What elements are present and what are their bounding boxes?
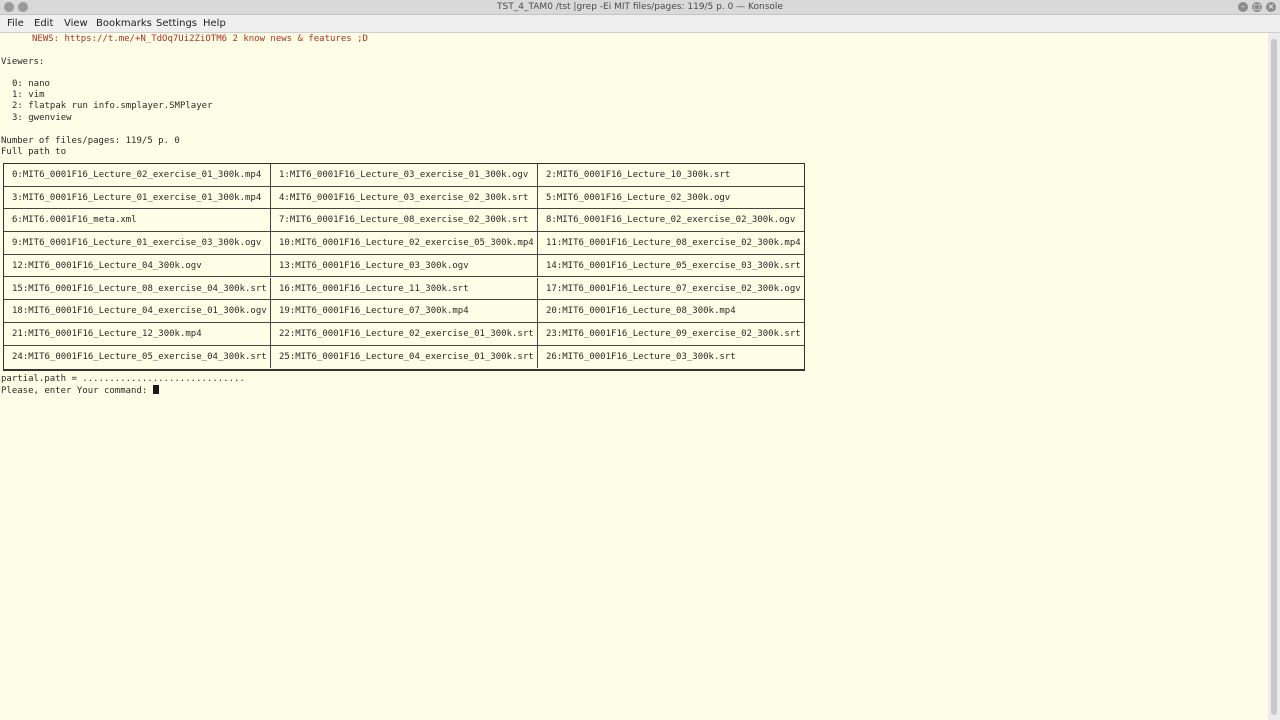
partial-path: partial.path = .........................…	[1, 374, 245, 384]
file-table: 0:MIT6_0001F16_Lecture_02_exercise_01_30…	[3, 163, 805, 371]
file-cell[interactable]: 13:MIT6_0001F16_Lecture_03_300k.ogv	[271, 254, 538, 278]
file-cell[interactable]: 20:MIT6_0001F16_Lecture_08_300k.mp4	[538, 300, 804, 323]
file-cell[interactable]: 3:MIT6_0001F16_Lecture_01_exercise_01_30…	[4, 186, 271, 210]
menu-bar: File Edit View Bookmarks Settings Help	[0, 15, 1280, 33]
viewer-item: 3: gwenview	[12, 113, 72, 123]
menu-view[interactable]: View	[64, 17, 88, 30]
file-cell[interactable]: 26:MIT6_0001F16_Lecture_03_300k.srt	[538, 346, 804, 369]
menu-edit[interactable]: Edit	[34, 17, 53, 30]
scrollbar-thumb[interactable]	[1271, 39, 1277, 715]
menu-bookmarks[interactable]: Bookmarks	[96, 17, 152, 30]
file-cell[interactable]: 22:MIT6_0001F16_Lecture_02_exercise_01_3…	[271, 322, 538, 346]
file-cell[interactable]: 19:MIT6_0001F16_Lecture_07_300k.mp4	[271, 300, 538, 323]
file-cell[interactable]: 10:MIT6_0001F16_Lecture_02_exercise_05_3…	[271, 232, 538, 255]
window-title: TST_4_TAM0 /tst |grep -Ei MIT files/page…	[497, 2, 783, 12]
command-prompt[interactable]: Please, enter Your command:	[1, 385, 159, 397]
file-cell[interactable]: 23:MIT6_0001F16_Lecture_09_exercise_02_3…	[538, 323, 804, 346]
menu-settings[interactable]: Settings	[156, 17, 197, 30]
file-cell[interactable]: 8:MIT6_0001F16_Lecture_02_exercise_02_30…	[538, 209, 804, 233]
prompt-label: Please, enter Your command:	[1, 386, 153, 396]
file-cell[interactable]: 4:MIT6_0001F16_Lecture_03_exercise_02_30…	[271, 186, 538, 210]
file-cell[interactable]: 11:MIT6_0001F16_Lecture_08_exercise_02_3…	[538, 232, 804, 255]
viewers-label: Viewers:	[1, 57, 45, 67]
text-cursor	[152, 385, 159, 394]
file-cell[interactable]: 21:MIT6_0001F16_Lecture_12_300k.mp4	[4, 322, 271, 346]
file-cell[interactable]: 17:MIT6_0001F16_Lecture_07_exercise_02_3…	[538, 278, 804, 301]
file-cell[interactable]: 16:MIT6_0001F16_Lecture_11_300k.srt	[271, 277, 538, 301]
file-cell[interactable]: 5:MIT6_0001F16_Lecture_02_300k.ogv	[538, 187, 804, 210]
file-cell[interactable]: 18:MIT6_0001F16_Lecture_04_exercise_01_3…	[4, 300, 271, 323]
file-cell[interactable]: 1:MIT6_0001F16_Lecture_03_exercise_01_30…	[271, 164, 538, 187]
file-cell[interactable]: 2:MIT6_0001F16_Lecture_10_300k.srt	[538, 164, 804, 187]
files-count: Number of files/pages: 119/5 p. 0	[1, 136, 180, 146]
full-path-label: Full path to	[1, 147, 67, 157]
file-cell[interactable]: 25:MIT6_0001F16_Lecture_04_exercise_01_3…	[271, 345, 538, 369]
viewer-item: 0: nano	[12, 79, 50, 89]
file-cell[interactable]: 0:MIT6_0001F16_Lecture_02_exercise_01_30…	[4, 164, 271, 187]
file-cell[interactable]: 24:MIT6_0001F16_Lecture_05_exercise_04_3…	[4, 345, 271, 369]
menu-file[interactable]: File	[7, 17, 24, 30]
minimize-button[interactable]: –	[1238, 2, 1248, 12]
file-cell[interactable]: 7:MIT6_0001F16_Lecture_08_exercise_02_30…	[271, 209, 538, 233]
viewer-item: 1: vim	[12, 90, 45, 100]
terminal-output[interactable]: NEWS: https://t.me/+N_TdOq7Ui2ZiOTM6 2 k…	[0, 33, 1268, 720]
file-cell[interactable]: 9:MIT6_0001F16_Lecture_01_exercise_03_30…	[4, 232, 271, 255]
maximize-button[interactable]: □	[1252, 2, 1262, 12]
file-cell[interactable]: 14:MIT6_0001F16_Lecture_05_exercise_03_3…	[538, 255, 804, 278]
news-line: NEWS: https://t.me/+N_TdOq7Ui2ZiOTM6 2 k…	[32, 34, 368, 44]
viewer-item: 2: flatpak run info.smplayer.SMPlayer	[12, 101, 213, 111]
title-bar: TST_4_TAM0 /tst |grep -Ei MIT files/page…	[0, 0, 1280, 15]
menu-help[interactable]: Help	[203, 17, 226, 30]
file-cell[interactable]: 12:MIT6_0001F16_Lecture_04_300k.ogv	[4, 254, 271, 278]
file-cell[interactable]: 6:MIT6.0001F16_meta.xml	[4, 209, 271, 233]
scrollbar[interactable]	[1268, 33, 1280, 720]
file-cell[interactable]: 15:MIT6_0001F16_Lecture_08_exercise_04_3…	[4, 277, 271, 301]
close-button[interactable]: ×	[1266, 2, 1276, 12]
